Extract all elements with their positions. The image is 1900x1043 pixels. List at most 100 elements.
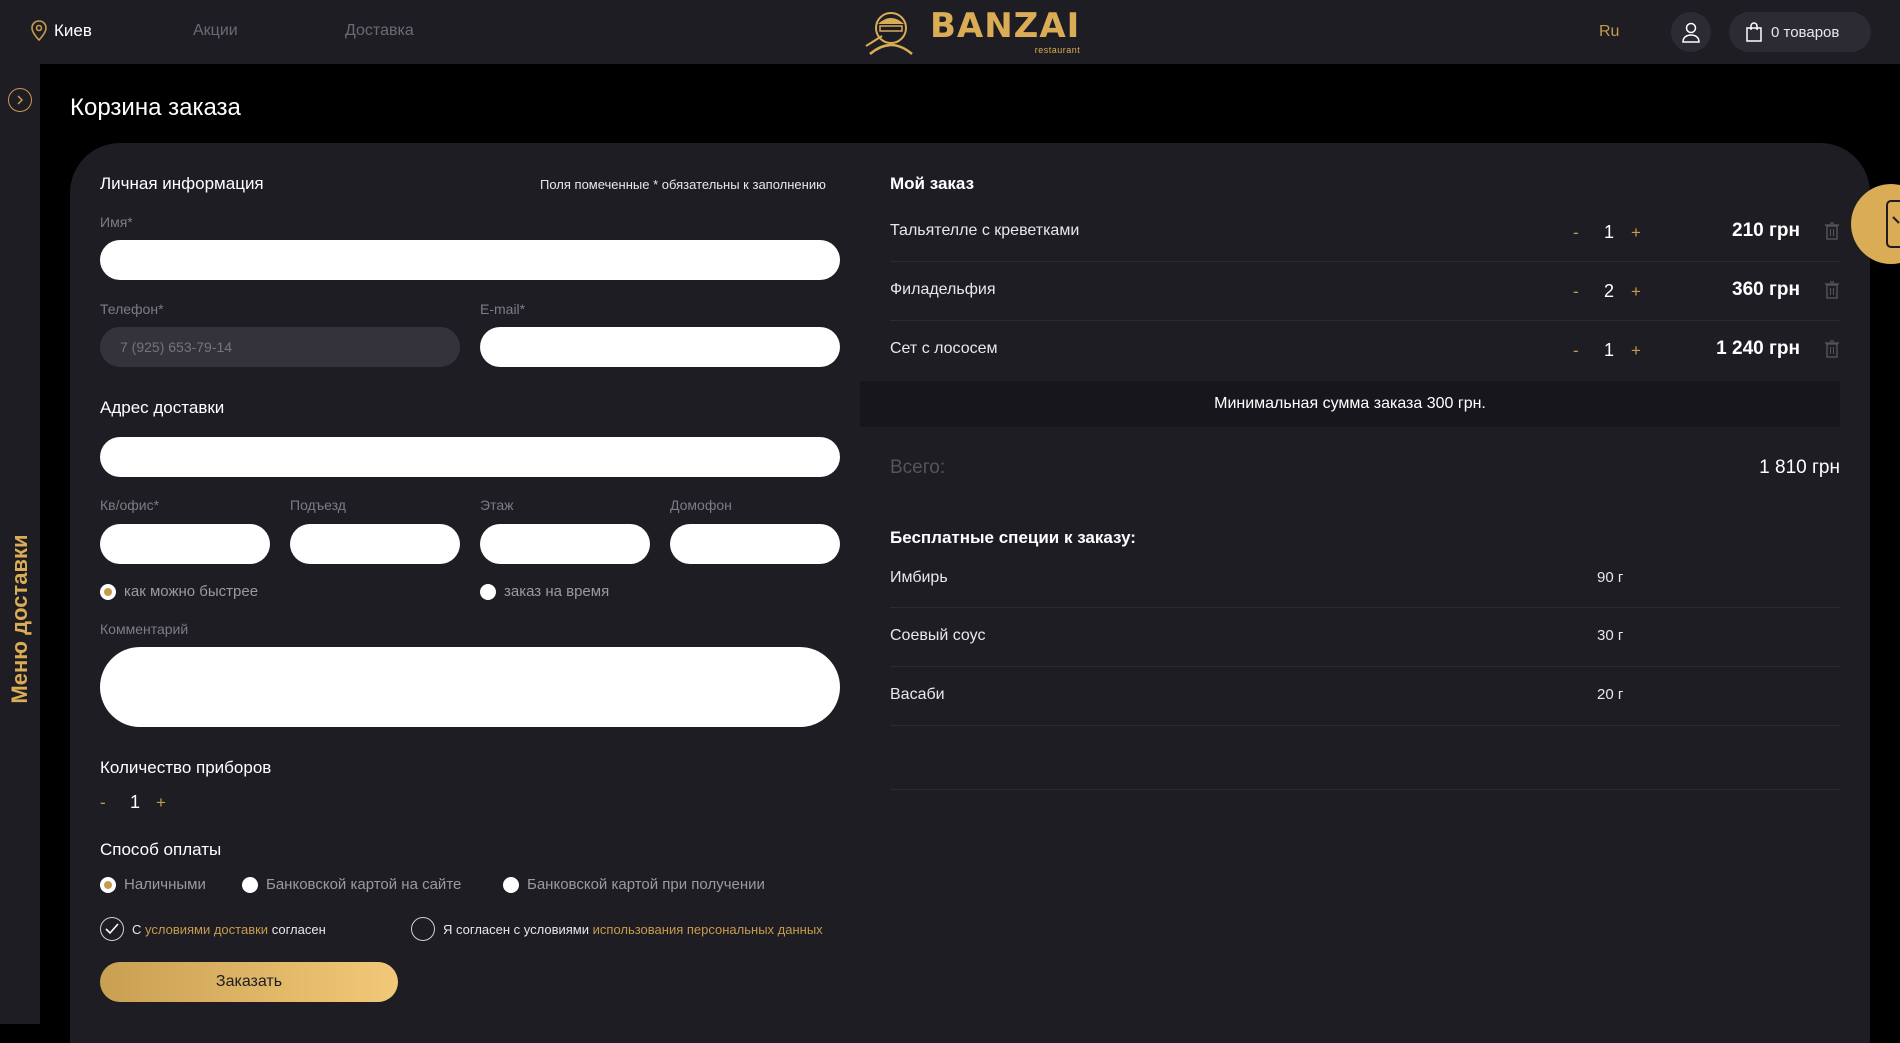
sidebar-toggle-button[interactable]: [8, 88, 32, 112]
nav-link-promotions[interactable]: Акции: [193, 22, 238, 40]
radio-payment-cash-label: Наличными: [124, 876, 206, 893]
city-selector[interactable]: Киев: [30, 20, 92, 42]
radio-payment-cash[interactable]: Наличными: [100, 876, 206, 893]
name-label: Имя*: [100, 214, 133, 230]
personal-info-title: Личная информация: [100, 174, 264, 193]
delivery-terms-link[interactable]: условиями доставки: [145, 922, 268, 937]
radio-payment-card-on-delivery[interactable]: Банковской картой при получении: [503, 876, 765, 893]
chevron-right-icon: [17, 95, 24, 105]
personal-data-terms-link[interactable]: использования персональных данных: [593, 922, 823, 937]
logo[interactable]: BANZAI restaurant: [862, 6, 1080, 58]
delivery-menu-label[interactable]: Меню доставки: [7, 534, 33, 703]
total-label: Всего:: [890, 457, 946, 478]
entrance-label: Подъезд: [290, 497, 346, 513]
logo-subtitle: restaurant: [1034, 45, 1081, 55]
location-pin-icon: [31, 20, 47, 42]
spice-name: Васаби: [890, 686, 945, 703]
radio-scheduled-label: заказ на время: [504, 583, 610, 600]
order-item-price: 360 грн: [1732, 279, 1800, 300]
radio-payment-cash-dot: [100, 876, 116, 893]
trash-icon[interactable]: [1824, 340, 1840, 358]
order-item-qty-stepper: - 1 +: [1573, 340, 1645, 361]
cutlery-plus-button[interactable]: +: [156, 793, 170, 813]
intercom-label: Домофон: [670, 497, 732, 513]
entrance-input[interactable]: [290, 524, 460, 564]
order-item-qty-stepper: - 2 +: [1573, 281, 1645, 302]
email-input[interactable]: [480, 327, 840, 367]
agree-personal-data-checkbox-box: [411, 917, 435, 941]
comment-textarea[interactable]: [100, 647, 840, 727]
radio-payment-card-on-delivery-dot: [503, 876, 519, 893]
name-input[interactable]: [100, 240, 840, 280]
cart-count-label: 0 товаров: [1771, 23, 1840, 41]
agree-personal-data-prefix: Я согласен с условиями: [443, 921, 590, 937]
account-button[interactable]: [1671, 12, 1711, 52]
order-item-price: 1 240 грн: [1716, 338, 1800, 359]
trash-icon[interactable]: [1824, 281, 1840, 299]
qty-minus-button[interactable]: -: [1573, 282, 1587, 302]
radio-payment-card-online[interactable]: Банковской картой на сайте: [242, 876, 461, 893]
intercom-input[interactable]: [670, 524, 840, 564]
qty-plus-button[interactable]: +: [1631, 341, 1645, 361]
radio-asap[interactable]: как можно быстрее: [100, 583, 258, 600]
divider: [890, 261, 1840, 262]
phone-input[interactable]: [100, 327, 460, 367]
qty-plus-button[interactable]: +: [1631, 223, 1645, 243]
phone-icon: [1886, 200, 1900, 248]
order-item-name: Сет с лососем: [890, 340, 998, 357]
floor-input[interactable]: [480, 524, 650, 564]
spice-weight: 30 г: [1597, 627, 1624, 644]
order-item-qty-stepper: - 1 +: [1573, 222, 1645, 243]
agree-personal-data-text: Я согласен с условиями использования пер…: [443, 922, 823, 937]
user-icon: [1682, 22, 1700, 43]
radio-scheduled-dot: [480, 583, 496, 600]
agree-personal-data-checkbox[interactable]: Я согласен с условиями использования пер…: [411, 917, 823, 941]
phone-label: Телефон*: [100, 301, 164, 317]
payment-method-title: Способ оплаты: [100, 840, 222, 859]
radio-payment-card-online-label: Банковской картой на сайте: [266, 876, 462, 893]
apartment-input[interactable]: [100, 524, 270, 564]
agree-delivery-suffix: согласен: [271, 921, 326, 937]
nav-link-delivery[interactable]: Доставка: [345, 22, 414, 40]
comment-label: Комментарий: [100, 621, 189, 637]
free-spices-title: Бесплатные специи к заказу:: [890, 528, 1136, 547]
floor-label: Этаж: [480, 497, 514, 513]
qty-minus-button[interactable]: -: [1573, 223, 1587, 243]
agree-delivery-text: С условиями доставки согласен: [132, 922, 326, 937]
order-item-name: Тальятелле с креветками: [890, 222, 1080, 239]
agree-delivery-terms-checkbox[interactable]: С условиями доставки согласен: [100, 917, 326, 941]
agree-delivery-prefix: С: [132, 921, 142, 937]
order-item-name: Филадельфия: [890, 281, 996, 298]
city-label: Киев: [54, 21, 92, 40]
trash-icon[interactable]: [1824, 222, 1840, 240]
spice-name: Имбирь: [890, 569, 948, 586]
checkmark-icon: [105, 923, 119, 935]
radio-asap-label: как можно быстрее: [124, 583, 259, 600]
order-item-qty: 1: [1603, 340, 1614, 360]
radio-payment-card-online-dot: [242, 876, 258, 893]
required-fields-hint: Поля помеченные * обязательны к заполнен…: [540, 177, 826, 192]
cutlery-minus-button[interactable]: -: [100, 793, 114, 813]
qty-minus-button[interactable]: -: [1573, 341, 1587, 361]
radio-scheduled[interactable]: заказ на время: [480, 583, 609, 600]
cutlery-stepper: - 1 +: [100, 792, 170, 813]
submit-order-button[interactable]: Заказать: [100, 962, 398, 1002]
order-item-price: 210 грн: [1732, 220, 1800, 241]
min-order-notice: Минимальная сумма заказа 300 грн.: [860, 381, 1840, 427]
divider: [890, 320, 1840, 321]
radio-payment-card-on-delivery-label: Банковской картой при получении: [527, 876, 765, 893]
cutlery-count-title: Количество приборов: [100, 758, 272, 777]
divider: [890, 607, 1840, 608]
divider: [890, 666, 1840, 667]
qty-plus-button[interactable]: +: [1631, 282, 1645, 302]
order-item-qty: 1: [1603, 222, 1614, 242]
cart-button[interactable]: 0 товаров: [1729, 12, 1871, 52]
language-switcher[interactable]: Ru: [1599, 23, 1619, 41]
email-label: E-mail*: [480, 301, 526, 317]
my-order-title: Мой заказ: [890, 174, 975, 193]
top-header: Киев Акции Доставка BANZAI restaurant Ru…: [0, 0, 1900, 64]
address-input[interactable]: [100, 437, 840, 477]
page-title: Корзина заказа: [70, 94, 241, 121]
total-value: 1 810 грн: [1759, 457, 1840, 478]
shopping-bag-icon: [1746, 22, 1762, 42]
